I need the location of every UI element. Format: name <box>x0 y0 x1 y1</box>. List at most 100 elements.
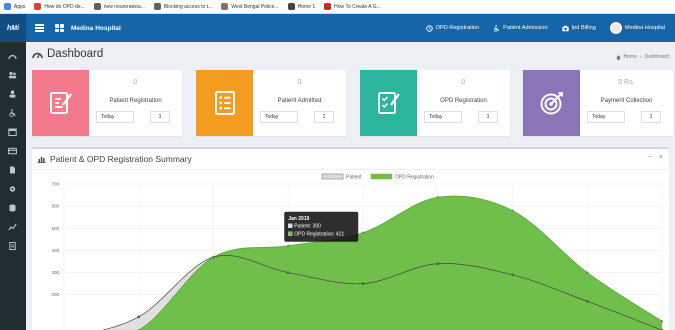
card-payment-collection: 0 Rs. Payment Collection Today 1 <box>523 70 673 136</box>
bookmark-item[interactable]: new nourerawea... <box>93 3 145 10</box>
sidebar-item-inventory[interactable] <box>8 204 17 212</box>
close-button[interactable]: × <box>659 154 663 161</box>
series-opd-point <box>361 231 365 234</box>
card-period-select[interactable]: Today <box>587 111 625 123</box>
sidebar-item-patient[interactable] <box>8 90 17 98</box>
dashboard-icon <box>32 52 43 59</box>
bookmark-label: new nourerawea... <box>103 3 145 10</box>
y-tick-label: 200 <box>51 292 59 297</box>
card-count: 1 <box>314 111 334 123</box>
bookmark-item[interactable]: How do OPD de... <box>34 3 85 10</box>
bookmark-label: West Bengal Police... <box>231 3 279 10</box>
series-opd-point <box>287 244 290 247</box>
apps-grid-icon[interactable] <box>55 24 64 32</box>
list-icon <box>214 91 235 115</box>
bookmark-item[interactable]: Home 1 <box>287 3 316 10</box>
bookmark-label: Home 1 <box>297 3 316 10</box>
nav-patient-admission[interactable]: Patient Admission <box>493 24 548 32</box>
card-value: 0 Rs. <box>618 79 635 86</box>
avatar <box>609 22 622 34</box>
sidebar-item-reports[interactable] <box>8 166 17 174</box>
bookmark-favicon-icon <box>324 3 332 10</box>
breadcrumb-separator: › <box>639 54 642 60</box>
y-tick-label: 400 <box>51 248 59 253</box>
sidebar-item-registration[interactable] <box>8 71 17 79</box>
database-icon <box>9 204 16 212</box>
sidebar-item-billing[interactable] <box>8 147 17 155</box>
collapse-button[interactable]: − <box>648 154 652 161</box>
credit-card-icon <box>8 147 17 155</box>
card-period-select[interactable]: Today <box>260 111 298 123</box>
calendar-icon <box>8 128 17 136</box>
page-title: Dashboard <box>47 48 104 60</box>
legend-label: OPD Registration <box>395 174 434 180</box>
sidebar-item-calendar[interactable] <box>8 128 17 136</box>
legend-swatch <box>321 173 344 180</box>
y-tick-label: 600 <box>51 204 59 209</box>
menu-toggle-icon[interactable] <box>35 24 44 32</box>
bookmark-item[interactable]: Apps <box>4 3 25 10</box>
sidebar-item-documents[interactable] <box>8 242 17 250</box>
brand-logo[interactable]: hMi <box>0 14 26 42</box>
sidebar-item-settings[interactable] <box>8 185 17 193</box>
wheelchair-icon <box>494 24 500 32</box>
bar-chart-icon <box>37 157 46 163</box>
main-content: Dashboard Home › Dashboard 0 Patient Reg… <box>26 42 675 330</box>
bookmarks-bar: Apps How do OPD de... new nourerawea... Blo… <box>0 0 675 14</box>
sidebar-item-admission[interactable] <box>8 109 17 117</box>
card-icon-box <box>360 70 417 136</box>
card-icon-box <box>196 70 253 136</box>
card-icon-box <box>32 70 89 136</box>
bookmark-item[interactable]: West Bengal Police... <box>221 3 279 10</box>
breadcrumb: Home › Dashboard <box>615 54 669 60</box>
bookmark-favicon-icon <box>34 3 42 10</box>
legend-label: Patient <box>346 174 362 180</box>
panel-title: Patient & OPD Registration Summary <box>50 154 192 164</box>
bookmark-label: How To Create A G... <box>334 3 381 10</box>
nav-ipd-billing-label: Ipd Billing <box>571 25 596 31</box>
tooltip-line: OPD Registration: 421 <box>294 231 344 237</box>
bookmark-item[interactable]: How To Create A G... <box>324 3 381 10</box>
file-icon <box>10 166 15 174</box>
card-label: Patient Admitted <box>277 98 322 104</box>
summary-panel: Patient & OPD Registration Summary − × 2… <box>32 147 669 330</box>
card-icon-box <box>523 70 580 136</box>
home-icon <box>615 54 621 60</box>
tooltip-title: Jan 2019 <box>288 216 309 222</box>
bookmark-favicon-icon <box>4 3 11 10</box>
bookmark-favicon-icon <box>153 3 161 10</box>
card-period-select[interactable]: Today <box>424 111 462 123</box>
card-value: 0 <box>297 79 302 86</box>
card-value: 0 <box>461 79 466 86</box>
line-chart-icon <box>8 223 17 231</box>
user-menu[interactable]: Medina Hospital <box>609 22 665 34</box>
nav-opd-registration-label: OPD Registration <box>435 25 480 31</box>
document-icon <box>9 242 16 250</box>
series-patient-point <box>361 282 365 285</box>
registration-icon <box>49 92 72 114</box>
series-opd-point <box>212 255 215 259</box>
dashboard-icon <box>8 54 17 60</box>
bookmark-label: Blocking access to t... <box>163 3 213 10</box>
legend-swatch <box>370 173 393 180</box>
nav-opd-registration[interactable]: OPD Registration <box>425 24 480 32</box>
sidebar-item-analytics[interactable] <box>8 223 17 231</box>
breadcrumb-home[interactable]: Home <box>624 54 637 60</box>
nav-ipd-billing[interactable]: Ipd Billing <box>561 25 596 32</box>
breadcrumb-current: Dashboard <box>644 54 669 60</box>
sidebar-item-dashboard[interactable] <box>8 52 17 60</box>
series-patient-point <box>286 271 290 274</box>
hospital-name: Medina Hospital <box>71 24 121 32</box>
panel-divider <box>32 169 669 170</box>
card-patient-registration: 0 Patient Registration Today 1 <box>32 70 182 136</box>
card-patient-admitted: 0 Patient Admitted Today 1 <box>196 70 346 136</box>
card-count: 1 <box>150 111 170 123</box>
series-patient-point <box>585 300 589 303</box>
card-period-select[interactable]: Today <box>96 111 134 123</box>
target-icon <box>540 92 563 115</box>
bookmark-label: Apps <box>14 3 26 10</box>
bookmark-item[interactable]: Blocking access to t... <box>153 3 213 10</box>
series-patient-point <box>137 315 141 319</box>
sidebar <box>0 42 26 330</box>
tooltip-line: Patient: 300 <box>294 223 321 229</box>
